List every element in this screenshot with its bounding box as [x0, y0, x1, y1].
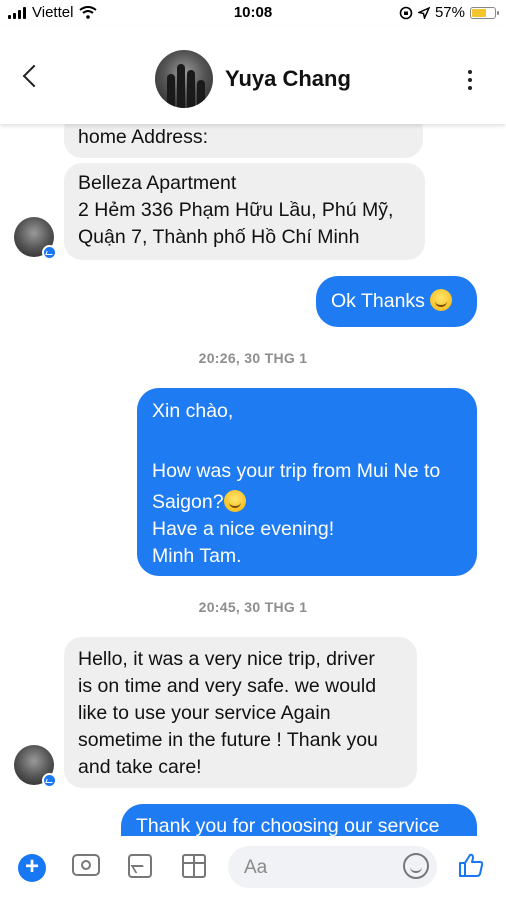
message-line: Have a nice evening! — [152, 518, 335, 540]
message-line: sometime in the future ! Thank you — [78, 729, 378, 751]
message-bubble-outgoing[interactable]: Xin chào, How was your trip from Mui Ne … — [137, 388, 477, 576]
message-composer: + — [0, 836, 506, 900]
message-line: Belleza Apartment — [78, 172, 237, 194]
message-line: Ok Thanks — [331, 290, 425, 312]
message-line — [152, 425, 462, 452]
messenger-badge-icon — [42, 773, 57, 788]
message-line: and take care! — [78, 756, 202, 778]
orientation-lock-icon — [399, 6, 413, 19]
plus-icon[interactable]: + — [18, 854, 46, 882]
message-line: is on time and very safe. we would — [78, 675, 377, 697]
image-icon[interactable] — [128, 854, 152, 878]
back-icon[interactable] — [22, 64, 46, 88]
message-line: like to use your service Again — [78, 702, 331, 724]
message-line: home Address: — [78, 126, 209, 148]
smile-emoji-icon — [223, 490, 246, 512]
sticker-icon[interactable] — [182, 854, 206, 878]
emoji-icon[interactable] — [403, 853, 429, 879]
battery-label: 57% — [434, 4, 465, 21]
message-input-container[interactable] — [228, 846, 437, 890]
message-line: Minh Tam. — [152, 545, 242, 567]
message-line: Hello, it was a very nice trip, driver — [78, 648, 375, 670]
message-bubble-incoming[interactable]: Belleza Apartment 2 Hẻm 336 Phạm Hữu Lầu… — [64, 163, 425, 260]
like-icon[interactable] — [458, 852, 484, 878]
more-icon[interactable] — [468, 70, 472, 90]
status-bar: Viettel 10:08 57% — [0, 0, 506, 26]
message-line: Quận 7, Thành phố Hồ Chí Minh — [78, 226, 360, 248]
messenger-badge-icon — [42, 245, 57, 260]
message-bubble-outgoing[interactable]: Ok Thanks — [316, 276, 477, 327]
contact-avatar[interactable] — [155, 50, 213, 108]
message-line: Xin chào, — [152, 400, 234, 422]
message-line: 2 Hẻm 336 Phạm Hữu Lầu, Phú Mỹ, — [78, 199, 394, 221]
message-timestamp: 20:45, 30 THG 1 — [198, 599, 308, 615]
camera-icon[interactable] — [72, 854, 100, 876]
message-line: Saigon? — [152, 491, 224, 513]
message-bubble-incoming[interactable]: Hello, it was a very nice trip, driver i… — [64, 637, 417, 788]
location-icon — [417, 6, 430, 19]
contact-name[interactable]: Yuya Chang — [225, 66, 351, 92]
message-line: How was your trip from Mui Ne to — [152, 460, 441, 482]
smile-emoji-icon — [430, 289, 453, 311]
conversation-header: Yuya Chang — [0, 26, 506, 124]
message-timestamp: 20:26, 30 THG 1 — [198, 350, 308, 366]
battery-icon — [470, 6, 499, 19]
message-input[interactable] — [242, 846, 396, 890]
